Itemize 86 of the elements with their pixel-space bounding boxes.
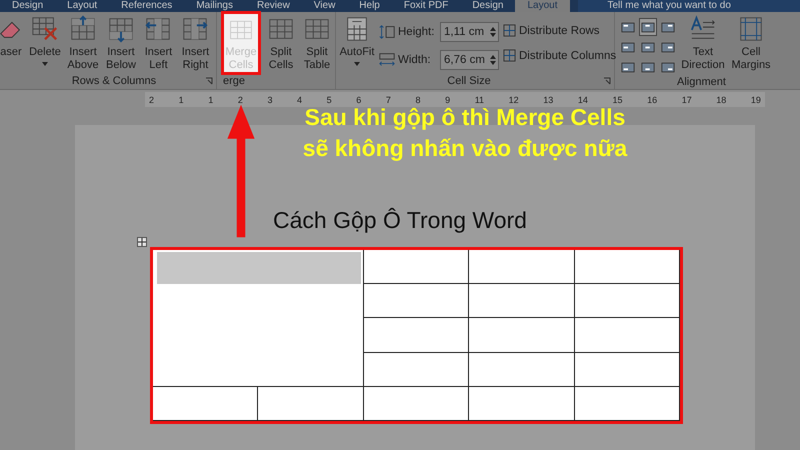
ruler-number: 11 xyxy=(474,94,484,104)
table-cell[interactable] xyxy=(574,352,680,387)
column-width-icon xyxy=(378,52,396,68)
annotation-text: sẽ không nhấn vào được nữa xyxy=(302,134,628,163)
ruler-number: 19 xyxy=(750,94,761,104)
width-field[interactable]: 6,76 cm xyxy=(440,50,499,70)
ribbon-button[interactable]: Insert Below xyxy=(104,12,138,72)
height-label: Height: xyxy=(398,26,436,38)
table-cell[interactable] xyxy=(153,386,258,421)
align-button[interactable] xyxy=(639,18,657,36)
caret-icon xyxy=(354,62,360,66)
ruler-number: 15 xyxy=(612,94,622,104)
table-cell[interactable] xyxy=(258,386,364,421)
table-cell[interactable] xyxy=(469,284,575,318)
height-field[interactable]: 1,11 cm xyxy=(440,22,499,42)
ruler-number: 17 xyxy=(682,94,692,104)
group-label: Alignment xyxy=(676,76,727,89)
ribbon-tab[interactable]: View xyxy=(302,0,348,12)
ribbon-button[interactable]: Insert Left xyxy=(142,12,175,72)
ruler-number: 6 xyxy=(356,94,362,104)
ribbon-tab[interactable]: Design xyxy=(0,0,56,12)
table-cell[interactable] xyxy=(469,250,575,284)
table-cell[interactable] xyxy=(574,318,680,353)
ribbon-tab[interactable]: Foxit PDF xyxy=(392,0,460,12)
ribbon-button[interactable]: Delete xyxy=(28,12,62,66)
width-label: Width: xyxy=(398,54,432,66)
table-cell[interactable] xyxy=(364,352,470,387)
table-cell[interactable] xyxy=(364,250,470,284)
ribbon-tab[interactable]: Design xyxy=(460,0,516,12)
distribute-columns-icon xyxy=(503,49,516,62)
ruler-number: 1 xyxy=(208,94,214,104)
group-label: erge xyxy=(222,75,246,89)
table-cell[interactable] xyxy=(364,318,470,353)
ribbon-tab[interactable]: Review xyxy=(245,0,302,12)
dialog-launcher-icon[interactable] xyxy=(603,77,611,85)
ruler-number: 7 xyxy=(386,94,391,104)
delete-table-icon xyxy=(31,15,59,43)
table-cell[interactable] xyxy=(364,284,470,318)
ribbon-button[interactable]: Insert Right xyxy=(178,12,212,72)
ruler-number: 2 xyxy=(149,94,154,104)
ruler-number: 16 xyxy=(647,94,658,104)
ribbon-tab[interactable]: References xyxy=(109,0,184,12)
tell-me-field[interactable]: Tell me what you want to do xyxy=(578,0,800,12)
spinner-arrows-icon[interactable] xyxy=(490,26,496,38)
ruler-number: 1 xyxy=(178,94,184,104)
ribbon-button[interactable]: Split Table xyxy=(301,12,333,72)
ribbon-tab[interactable]: Layout xyxy=(55,0,110,12)
dialog-launcher-icon[interactable] xyxy=(205,77,213,85)
table-cell[interactable] xyxy=(574,250,680,284)
distribute-columns-button[interactable]: Distribute Columns xyxy=(503,49,616,62)
annotation-text: Sau khi gộp ô thì Merge Cells xyxy=(304,104,626,132)
ribbon-button[interactable]: Split Cells xyxy=(265,12,297,72)
ribbon-button[interactable]: Cell Margins xyxy=(729,12,773,72)
merged-table-cell[interactable] xyxy=(153,250,364,387)
ribbon-tab[interactable]: Layout xyxy=(515,0,570,12)
table-cell[interactable] xyxy=(364,386,470,421)
ribbon-button[interactable]: Text Direction xyxy=(681,12,725,72)
ruler-number: 12 xyxy=(508,94,519,104)
spinner-arrows-icon[interactable] xyxy=(490,54,496,66)
table-cell[interactable] xyxy=(574,386,680,421)
table-cell[interactable] xyxy=(469,386,575,421)
ruler-number: 18 xyxy=(716,94,726,104)
move-handle-icon[interactable] xyxy=(137,237,147,247)
table-cell[interactable] xyxy=(469,318,575,353)
ruler-number: 4 xyxy=(297,94,302,104)
document-heading: Cách Gộp Ô Trong Word xyxy=(273,206,528,235)
ribbon-button[interactable]: Insert Above xyxy=(66,12,100,72)
ribbon-tab[interactable]: Mailings xyxy=(184,0,245,12)
distribute-rows-icon xyxy=(503,24,516,37)
ruler-number: 8 xyxy=(415,94,420,104)
caret-icon xyxy=(42,62,48,66)
table-cell[interactable] xyxy=(469,352,575,387)
ribbon-tab[interactable]: Help xyxy=(347,0,392,12)
ruler-number: 14 xyxy=(578,94,588,104)
ruler-number: 3 xyxy=(267,94,272,104)
group-label: Rows & Columns xyxy=(70,75,158,89)
ribbon-button[interactable]: aser xyxy=(0,12,22,59)
ruler-number: 5 xyxy=(326,94,332,104)
ruler-number: 13 xyxy=(543,94,554,104)
ribbon-button[interactable]: AutoFit xyxy=(340,12,374,66)
ruler-number: 2 xyxy=(238,94,243,104)
distribute-rows-button[interactable]: Distribute Rows xyxy=(503,24,616,37)
ruler-number: 9 xyxy=(445,94,450,104)
row-height-icon xyxy=(378,24,396,40)
table-cell[interactable] xyxy=(574,284,680,318)
group-label: Cell Size xyxy=(446,75,492,89)
